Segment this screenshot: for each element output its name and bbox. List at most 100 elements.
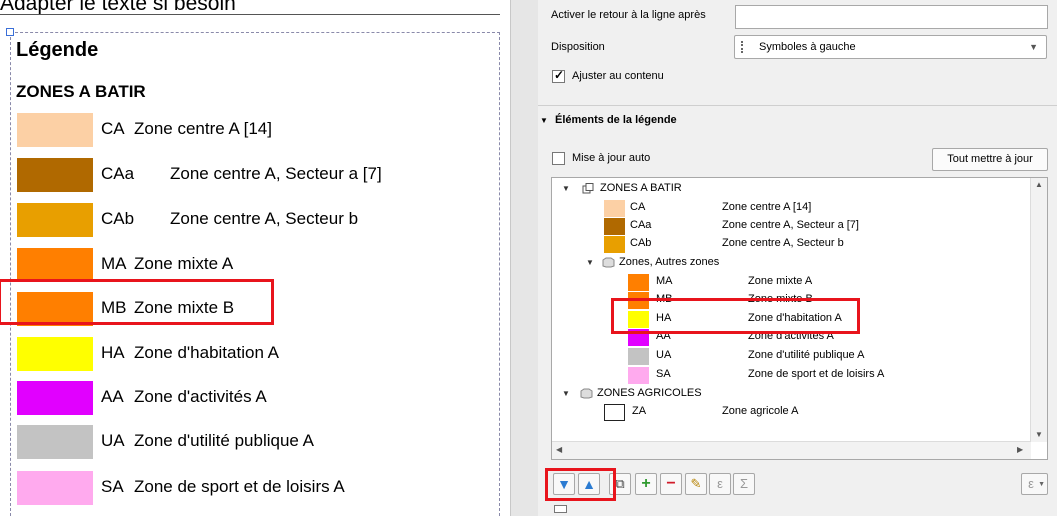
- edit-item-icon: ✎: [690, 476, 702, 491]
- legend-item-name: Zone centre A [14]: [134, 119, 272, 138]
- splitter[interactable]: [510, 0, 539, 516]
- legend-item: SA Zone de sport et de loisirs A: [17, 471, 497, 505]
- scroll-up-icon[interactable]: ▲: [1035, 180, 1043, 189]
- collapse-arrow-icon[interactable]: ▼: [540, 116, 548, 125]
- legend-item: HA Zone d'habitation A: [17, 337, 497, 371]
- legend-frame-top: [10, 32, 500, 33]
- wrap-input[interactable]: [735, 5, 1048, 29]
- sum-button[interactable]: Σ: [733, 473, 755, 495]
- tree-group[interactable]: ▼ ZONES AGRICOLES: [552, 386, 1022, 403]
- remove-item-button[interactable]: −: [660, 473, 682, 495]
- legend-item-name: Zone d'habitation A: [134, 343, 280, 362]
- edit-item-button[interactable]: ✎: [685, 473, 707, 495]
- legend-item-code: AA: [101, 387, 124, 406]
- subgroup-icon: [602, 257, 615, 268]
- disposition-select[interactable]: Symboles à gauche ▼: [734, 35, 1047, 59]
- legend-frame-left: [10, 32, 11, 516]
- remove-item-icon: −: [666, 475, 676, 492]
- expression-button[interactable]: ε: [709, 473, 731, 495]
- wrap-label: Activer le retour à la ligne après: [551, 9, 706, 21]
- sum-icon: Σ: [739, 476, 749, 491]
- legend-swatch: [17, 381, 93, 415]
- selection-handle[interactable]: [6, 28, 14, 36]
- expand-arrow-icon[interactable]: ▼: [586, 258, 594, 267]
- auto-update-label: Mise à jour auto: [572, 152, 651, 164]
- legend-item-name: Zone centre A, Secteur a [7]: [170, 164, 382, 183]
- scroll-right-icon[interactable]: ▶: [1017, 445, 1023, 454]
- partial-checkbox-box: [554, 505, 567, 513]
- legend-item: UA Zone d'utilité publique A: [17, 425, 497, 459]
- tree-item[interactable]: SA Zone de sport et de loisirs A: [552, 367, 1022, 384]
- tree-item[interactable]: ZA Zone agricole A: [552, 404, 1022, 421]
- filter-expression-button[interactable]: ε ▼: [1021, 473, 1048, 495]
- tree-horizontal-scrollbar[interactable]: ◀ ▶: [552, 441, 1031, 459]
- check-icon: ✓: [554, 68, 565, 82]
- legend-properties-panel: Activer le retour à la ligne après Dispo…: [538, 0, 1057, 516]
- add-item-button[interactable]: +: [635, 473, 657, 495]
- legend-swatch: [17, 113, 93, 147]
- fit-label: Ajuster au contenu: [572, 70, 664, 82]
- tree-item-swatch: [604, 218, 625, 235]
- tree-group-label: ZONES A BATIR: [600, 182, 682, 194]
- tree-item[interactable]: CAb Zone centre A, Secteur b: [552, 236, 1022, 253]
- tree-item-code: MA: [656, 275, 673, 287]
- legend-item-code: UA: [101, 431, 125, 450]
- legend-item-code: SA: [101, 477, 124, 496]
- tree-subgroup-label: Zones, Autres zones: [619, 256, 720, 268]
- legend-frame-right: [499, 32, 500, 516]
- tree-item-swatch: [604, 236, 625, 253]
- legend-swatch: [17, 337, 93, 371]
- tree-subgroup[interactable]: ▼ Zones, Autres zones: [552, 255, 1022, 272]
- legend-item-name: Zone de sport et de loisirs A: [134, 477, 345, 496]
- legend-item-code: HA: [101, 343, 125, 362]
- tree-item[interactable]: CAa Zone centre A, Secteur a [7]: [552, 218, 1022, 235]
- legend-preview: Adapter le texte si besoin Légende ZONES…: [0, 0, 510, 516]
- legend-item-code: MA: [101, 254, 127, 273]
- legend-swatch: [17, 248, 93, 282]
- legend-item-code: CA: [101, 119, 125, 138]
- separator: [538, 105, 1057, 106]
- tree-group[interactable]: ▼ ZONES A BATIR: [552, 181, 1022, 198]
- fit-checkbox[interactable]: ✓: [552, 68, 565, 83]
- highlight-box: [611, 298, 860, 334]
- tree-group-label: ZONES AGRICOLES: [597, 387, 702, 399]
- tree-item[interactable]: MA Zone mixte A: [552, 274, 1022, 291]
- tree-item[interactable]: UA Zone d'utilité publique A: [552, 348, 1022, 365]
- legend-item: CAa Zone centre A, Secteur a [7]: [17, 158, 497, 192]
- legend-item-code: CAb: [101, 209, 135, 228]
- update-all-button[interactable]: Tout mettre à jour: [932, 148, 1048, 171]
- tree-item-name: Zone centre A [14]: [722, 201, 812, 213]
- legend-swatch: [17, 158, 93, 192]
- group-icon: [580, 388, 593, 399]
- expand-arrow-icon[interactable]: ▼: [562, 184, 570, 193]
- chevron-down-icon: ▼: [1038, 481, 1045, 488]
- tree-item-swatch: [604, 404, 625, 421]
- expand-arrow-icon[interactable]: ▼: [562, 389, 570, 398]
- tree-item-name: Zone mixte A: [748, 275, 813, 287]
- legend-title: Légende: [16, 39, 99, 61]
- add-item-icon: +: [641, 475, 651, 492]
- tree-vertical-scrollbar[interactable]: ▲ ▼: [1030, 178, 1047, 442]
- legend-item-code: CAa: [101, 164, 135, 183]
- auto-update-checkbox[interactable]: [552, 152, 565, 165]
- legend-item: CAb Zone centre A, Secteur b: [17, 203, 497, 237]
- expression-icon: ε: [717, 476, 723, 491]
- scroll-left-icon[interactable]: ◀: [556, 445, 562, 454]
- tree-item-code: CAb: [630, 237, 652, 249]
- legend-item-name: Zone d'activités A: [134, 387, 267, 406]
- legend-item-name: Zone d'utilité publique A: [134, 431, 314, 450]
- grip-icon: [741, 41, 745, 53]
- scroll-down-icon[interactable]: ▼: [1035, 430, 1043, 439]
- legend-group-title: ZONES A BATIR: [16, 82, 146, 101]
- tree-item-swatch: [628, 367, 649, 384]
- tree-item[interactable]: CA Zone centre A [14]: [552, 200, 1022, 217]
- disposition-label: Disposition: [551, 41, 605, 53]
- tree-item-name: Zone centre A, Secteur b: [722, 237, 844, 249]
- tree-item-name: Zone de sport et de loisirs A: [748, 368, 885, 380]
- legend-toolbar: ▼ ▲ ⧉ + − ✎ ε Σ ε ▼: [551, 473, 1048, 497]
- legend-item: MA Zone mixte A: [17, 248, 497, 282]
- tree-item-swatch: [628, 274, 649, 291]
- tree-item-name: Zone centre A, Secteur a [7]: [722, 219, 859, 231]
- tree-item-code: CAa: [630, 219, 652, 231]
- legend-item: AA Zone d'activités A: [17, 381, 497, 415]
